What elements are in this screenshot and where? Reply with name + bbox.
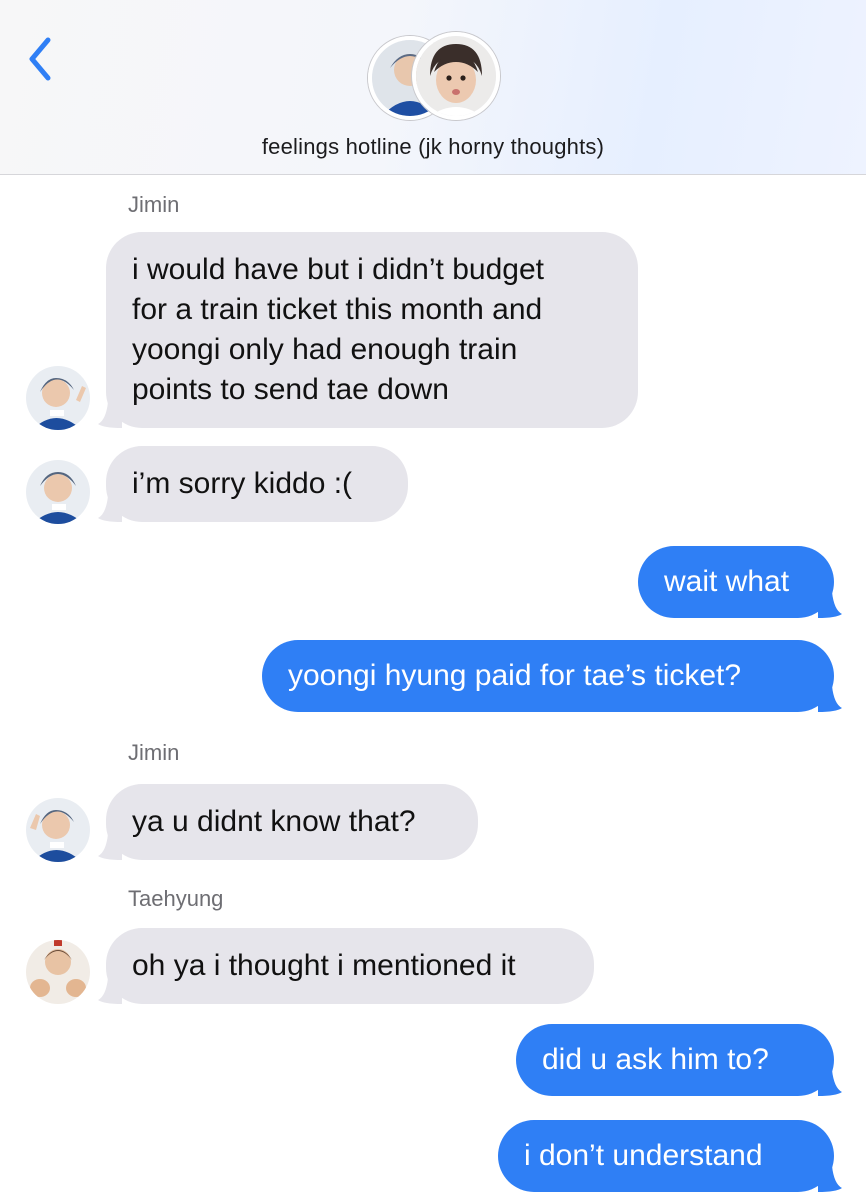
message-bubble-incoming[interactable]: oh ya i thought i mentioned it: [98, 928, 594, 1004]
message-text: ya u didnt know that?: [132, 805, 416, 838]
bubble-tail: [818, 592, 842, 618]
avatar-jimin[interactable]: [26, 798, 90, 862]
group-title[interactable]: feelings hotline (jk horny thoughts): [0, 134, 866, 160]
sender-label: Jimin: [128, 740, 180, 765]
message-text: oh ya i thought i mentioned it: [132, 949, 516, 982]
message-bubble-outgoing[interactable]: i don’t understand: [498, 1120, 842, 1192]
message-text: wait what: [664, 565, 790, 598]
message-text: for a train ticket this month and: [132, 293, 543, 326]
message-text: yoongi hyung paid for tae’s ticket?: [288, 659, 742, 692]
bubble-tail: [818, 1070, 842, 1096]
message-text: did u ask him to?: [542, 1043, 769, 1076]
group-avatar-taehyung: [412, 32, 500, 120]
bubble-tail: [818, 1166, 842, 1192]
bubble-tail: [98, 834, 122, 860]
sender-label: Jimin: [128, 192, 180, 217]
sender-label: Taehyung: [128, 886, 224, 911]
avatar-jimin[interactable]: [26, 460, 90, 524]
message-text: i would have but i didn’t budget: [132, 253, 544, 286]
message-bubble-incoming[interactable]: i’m sorry kiddo :(: [98, 446, 408, 522]
message-bubble-outgoing[interactable]: wait what: [638, 546, 842, 618]
message-bubble-incoming[interactable]: i would have but i didn’t budget for a t…: [98, 232, 638, 428]
bubble-tail: [818, 686, 842, 712]
bubble-tail: [98, 496, 122, 522]
chevron-left-icon: [29, 37, 51, 81]
chat-header: feelings hotline (jk horny thoughts): [0, 0, 866, 175]
back-button[interactable]: [22, 34, 62, 84]
message-bubble-incoming[interactable]: ya u didnt know that?: [98, 784, 478, 860]
group-avatars[interactable]: [368, 32, 500, 120]
message-text: points to send tae down: [132, 373, 449, 406]
avatar-jimin[interactable]: [26, 366, 90, 430]
message-bubble-outgoing[interactable]: yoongi hyung paid for tae’s ticket?: [262, 640, 842, 712]
avatar-taehyung[interactable]: [26, 940, 90, 1004]
bubble-tail: [98, 978, 122, 1004]
message-text: i don’t understand: [524, 1139, 763, 1172]
bubble-tail: [98, 402, 122, 428]
message-text: yoongi only had enough train: [132, 333, 518, 366]
message-text: i’m sorry kiddo :(: [132, 467, 353, 500]
message-bubble-outgoing[interactable]: did u ask him to?: [516, 1024, 842, 1096]
